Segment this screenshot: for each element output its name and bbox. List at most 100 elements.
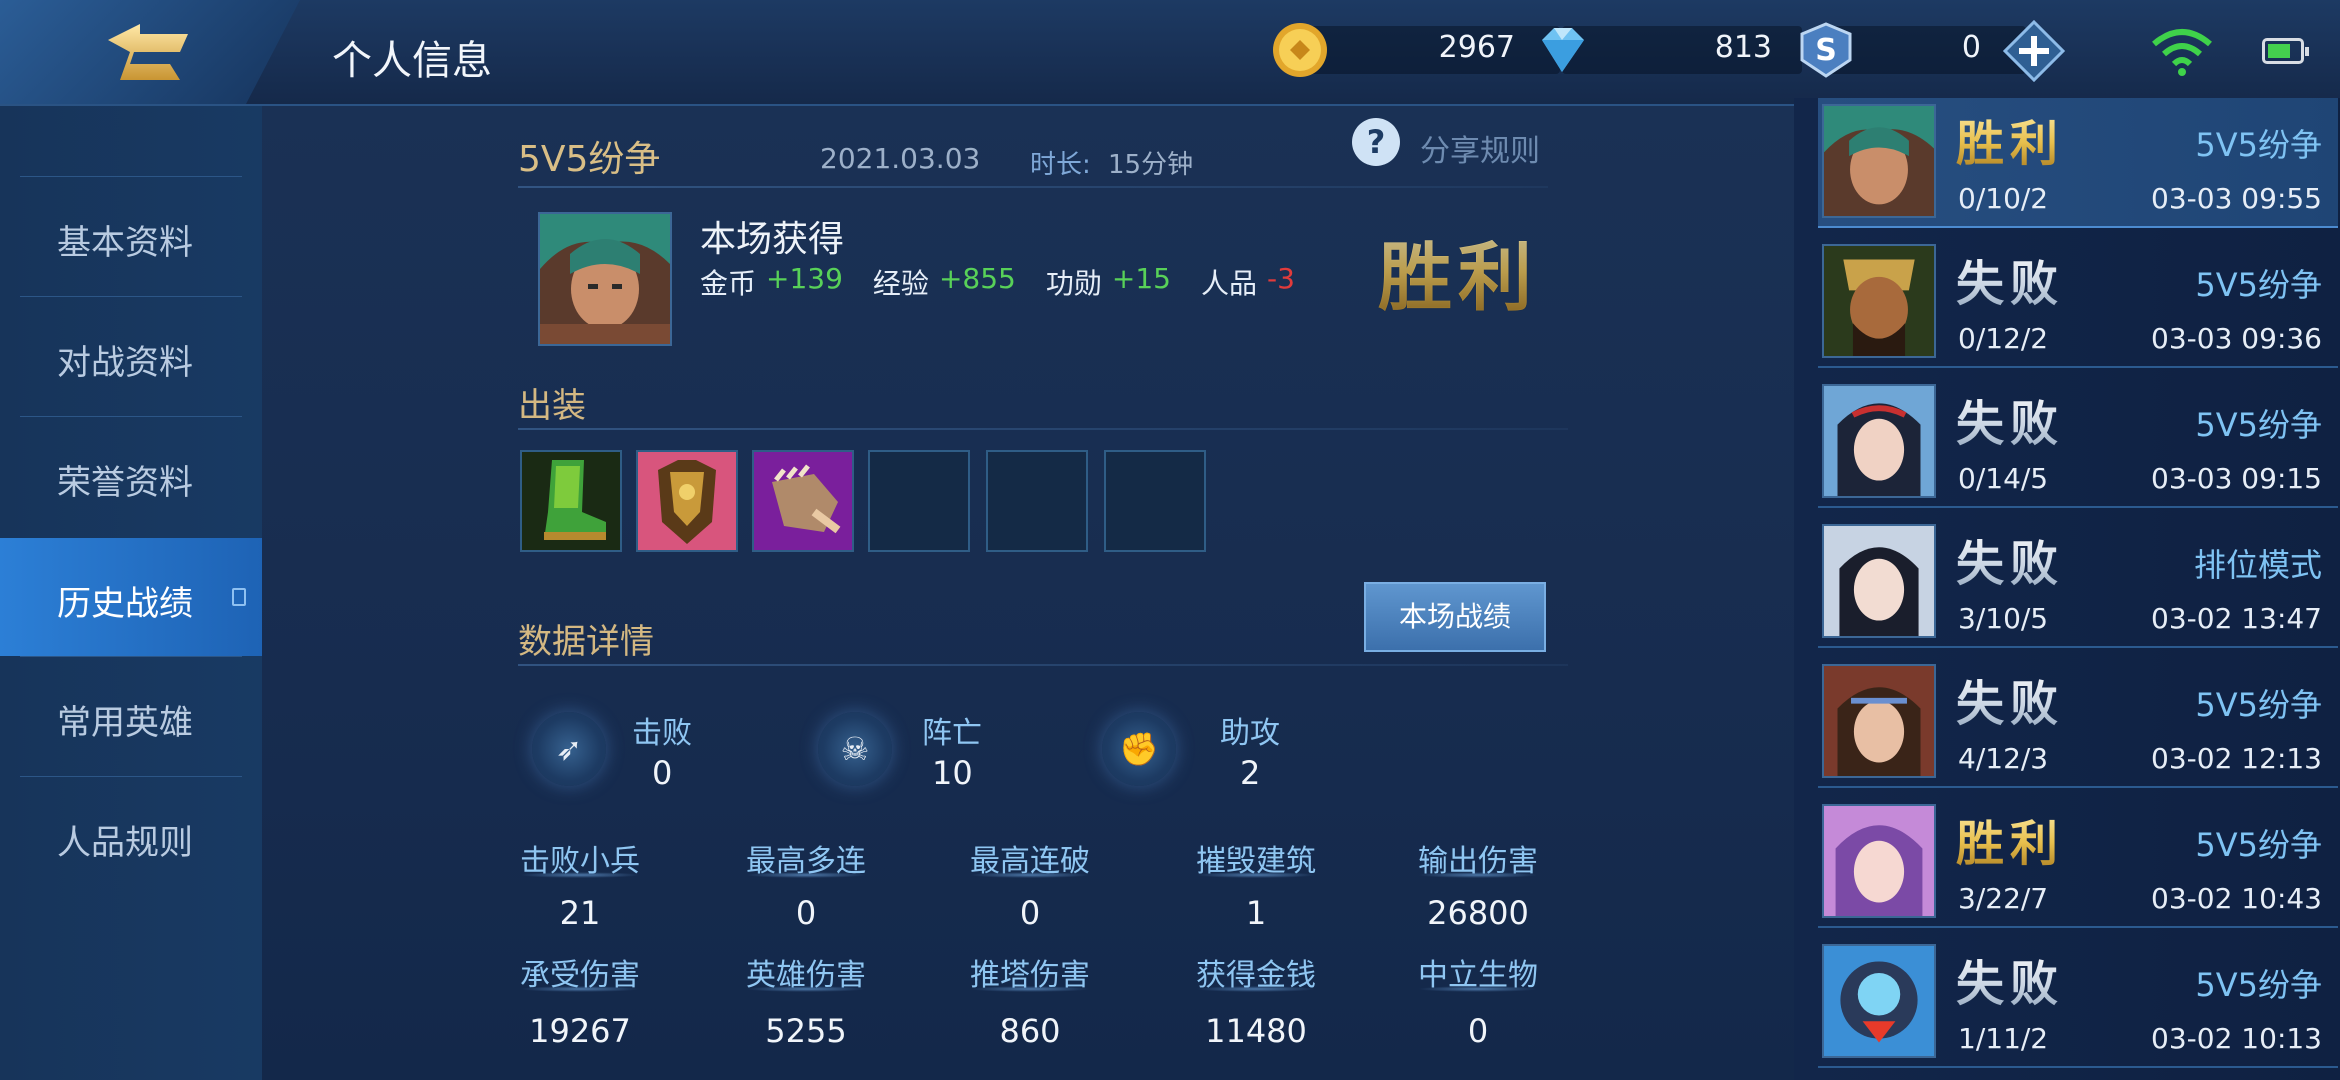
assists-value: 2: [1240, 754, 1261, 792]
hero-avatar: [538, 212, 672, 346]
back-button[interactable]: [0, 0, 300, 104]
top-bar: 个人信息 2967 813 S 0: [0, 0, 2340, 106]
help-icon[interactable]: ?: [1352, 118, 1400, 166]
kill-icon: ➶: [532, 712, 606, 786]
match-detail-panel: [262, 106, 1794, 1080]
equipment-slot-empty[interactable]: [986, 450, 1088, 552]
duration-label: 时长:: [1030, 150, 1091, 180]
history-item[interactable]: 失败 5V5纷争 4/12/3 03-02 12:13: [1818, 658, 2338, 788]
history-kda: 3/22/7: [1958, 882, 2049, 915]
sidebar-item-basic-info[interactable]: 基本资料: [20, 176, 242, 294]
reward-label: 人品: [1200, 267, 1257, 300]
gold-value: 2967: [1438, 30, 1515, 65]
match-result: 胜利: [1378, 218, 1538, 325]
sidebar-item-label: 常用英雄: [57, 703, 193, 743]
reward-merit-value: +15: [1111, 262, 1171, 295]
history-item[interactable]: 失败 5V5纷争 0/12/2 03-03 09:36: [1818, 238, 2338, 368]
coupon-value: 0: [1961, 30, 1981, 65]
divider: [1418, 872, 1538, 878]
reward-gold-value: +139: [766, 262, 843, 295]
history-item[interactable]: 胜利 5V5纷争 0/10/2 03-03 09:55: [1818, 98, 2338, 228]
assist-icon: ✊: [1102, 712, 1176, 786]
divider: [518, 186, 1548, 188]
divider: [520, 986, 640, 992]
kills-value: 0: [652, 754, 673, 792]
add-currency-button[interactable]: [2003, 20, 2065, 82]
stat-value-tower-damage: 860: [999, 1012, 1061, 1050]
history-kda: 4/12/3: [1958, 742, 2049, 775]
sidebar-item-label: 基本资料: [57, 223, 193, 263]
rewards-title: 本场获得: [700, 219, 845, 260]
history-mode: 5V5纷争: [2195, 686, 2322, 724]
history-kda: 0/12/2: [1958, 322, 2049, 355]
stat-value-hero-damage: 5255: [765, 1012, 847, 1050]
hero-avatar: [1822, 664, 1936, 778]
history-result: 胜利: [1956, 104, 2064, 174]
history-item[interactable]: 失败 排位模式 3/10/5 03-02 13:47: [1818, 518, 2338, 648]
history-item[interactable]: 胜利 5V5纷争 3/22/7 03-02 10:43: [1818, 798, 2338, 928]
stat-value-buildings: 1: [1245, 894, 1267, 932]
stat-value-max-multikill: 0: [795, 894, 817, 932]
divider: [746, 986, 866, 992]
history-result: 胜利: [1956, 804, 2064, 874]
history-item[interactable]: 失败 5V5纷争 0/14/5 03-03 09:15: [1818, 378, 2338, 508]
history-mode: 5V5纷争: [2195, 826, 2322, 864]
kda-label: 击败: [632, 716, 692, 751]
divider: [746, 872, 866, 878]
history-time: 03-03 09:55: [2151, 182, 2322, 215]
hero-avatar: [1822, 384, 1936, 498]
history-kda: 0/14/5: [1958, 462, 2049, 495]
diamond-value: 813: [1714, 30, 1772, 65]
history-mode: 5V5纷争: [2195, 266, 2322, 304]
equipment-slot-gauntlet[interactable]: [752, 450, 854, 552]
kda-label: 阵亡: [922, 716, 982, 751]
divider: [1196, 872, 1316, 878]
history-mode: 5V5纷争: [2195, 406, 2322, 444]
match-scoreboard-button[interactable]: 本场战绩: [1364, 582, 1546, 652]
gold-counter: 2967: [1270, 20, 1560, 80]
sidebar-item-credit-rules[interactable]: 人品规则: [20, 776, 242, 894]
hero-avatar: [1822, 804, 1936, 918]
divider: [1196, 986, 1316, 992]
history-mode: 5V5纷争: [2195, 126, 2322, 164]
coupon-icon: S: [1800, 22, 1852, 78]
hero-avatar: [1822, 524, 1936, 638]
reward-label: 金币: [700, 267, 757, 300]
divider: [518, 428, 1568, 430]
stat-value-neutral-creeps: 0: [1467, 1012, 1489, 1050]
history-kda: 0/10/2: [1958, 182, 2049, 215]
equipment-slot-empty[interactable]: [868, 450, 970, 552]
equipment-slot-empty[interactable]: [1104, 450, 1206, 552]
stat-value-damage-dealt: 26800: [1427, 894, 1529, 932]
match-mode: 5V5纷争: [518, 139, 661, 180]
sidebar-item-honor-info[interactable]: 荣誉资料: [20, 416, 242, 534]
sidebar-item-label: 人品规则: [57, 823, 193, 863]
reward-label: 功勋: [1045, 267, 1102, 300]
history-time: 03-02 10:13: [2151, 1022, 2322, 1055]
divider: [518, 664, 1568, 666]
equipment-slot-armor[interactable]: [636, 450, 738, 552]
history-time: 03-03 09:36: [2151, 322, 2322, 355]
history-time: 03-02 13:47: [2151, 602, 2322, 635]
sidebar-item-battle-info[interactable]: 对战资料: [20, 296, 242, 414]
divider: [520, 872, 640, 878]
history-kda: 1/11/2: [1958, 1022, 2049, 1055]
page-title: 个人信息: [332, 38, 492, 84]
history-result: 失败: [1956, 524, 2064, 594]
stat-value-max-streak: 0: [1019, 894, 1041, 932]
diamond-icon: [1542, 28, 1584, 72]
sidebar-item-common-heroes[interactable]: 常用英雄: [20, 656, 242, 774]
history-result: 失败: [1956, 944, 2064, 1014]
sidebar-item-label: 对战资料: [57, 343, 193, 383]
divider: [970, 986, 1090, 992]
stat-value-damage-taken: 19267: [529, 1012, 631, 1050]
share-rules-link[interactable]: 分享规则: [1420, 126, 1540, 170]
svg-text:S: S: [1815, 33, 1837, 68]
history-result: 失败: [1956, 384, 2064, 454]
stat-value-minion-kills: 21: [559, 894, 601, 932]
history-item[interactable]: 失败 5V5纷争 1/11/2 03-02 10:13: [1818, 938, 2338, 1068]
sidebar-item-label: 荣誉资料: [57, 463, 193, 503]
hero-avatar: [1822, 244, 1936, 358]
sidebar-item-match-history[interactable]: 历史战绩: [0, 538, 262, 656]
equipment-slot-boots[interactable]: [520, 450, 622, 552]
